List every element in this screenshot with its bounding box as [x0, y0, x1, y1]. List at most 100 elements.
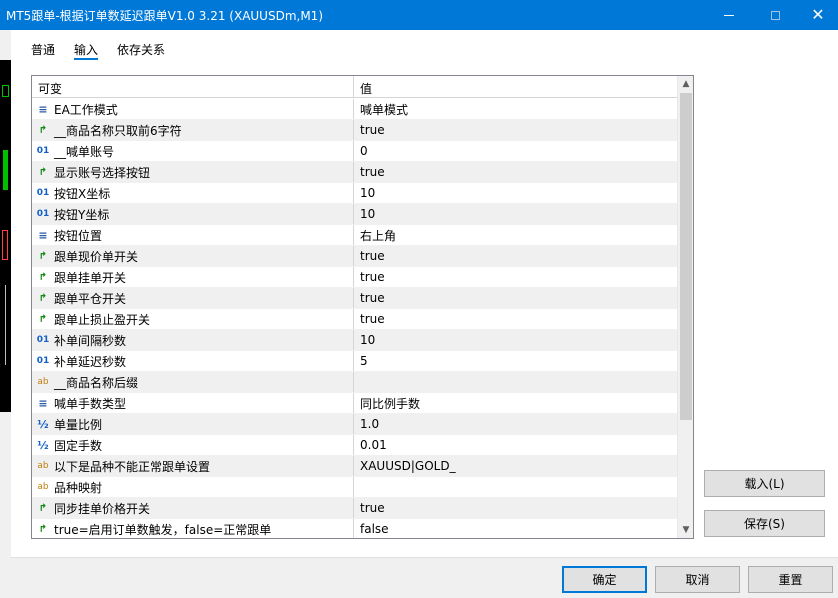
variable-cell[interactable]: ≡ EA工作模式 — [32, 99, 354, 119]
value-cell[interactable]: true — [354, 309, 677, 329]
double-icon: ½ — [37, 417, 49, 431]
table-row[interactable]: 01 按钮Y坐标 10 — [32, 204, 677, 225]
table-row[interactable]: ↱ 跟单现价单开关 true — [32, 246, 677, 267]
table-row[interactable]: 01 补单间隔秒数 10 — [32, 330, 677, 351]
table-row[interactable]: 01 __喊单账号 0 — [32, 141, 677, 162]
variable-cell[interactable]: 01 __喊单账号 — [32, 141, 354, 161]
variable-cell[interactable]: ½ 单量比例 — [32, 414, 354, 434]
table-row[interactable]: ↱ 跟单平仓开关 true — [32, 288, 677, 309]
table-row[interactable]: 01 补单延迟秒数 5 — [32, 351, 677, 372]
value-cell[interactable]: true — [354, 246, 677, 266]
variable-cell[interactable]: ↱ 跟单现价单开关 — [32, 246, 354, 266]
value-cell[interactable]: 右上角 — [354, 225, 677, 245]
wick-icon — [5, 285, 6, 365]
scrollbar-thumb[interactable] — [680, 93, 692, 420]
variable-cell[interactable]: ab 品种映射 — [32, 477, 354, 497]
table-row[interactable]: ≡ 喊单手数类型 同比例手数 — [32, 393, 677, 414]
bool-icon: ↱ — [38, 523, 48, 535]
minimize-button[interactable] — [706, 0, 752, 30]
column-header-variable[interactable]: 可变 — [32, 76, 354, 97]
bool-icon: ↱ — [38, 271, 48, 283]
table-row[interactable]: ↱ 显示账号选择按钮 true — [32, 162, 677, 183]
variable-cell[interactable]: ↱ 显示账号选择按钮 — [32, 162, 354, 182]
value-cell[interactable]: XAUUSD|GOLD_ — [354, 456, 677, 476]
variable-cell[interactable]: 01 按钮Y坐标 — [32, 204, 354, 224]
load-button[interactable]: 载入(L) — [704, 470, 825, 497]
table-row[interactable]: ↱ 同步挂单价格开关 true — [32, 498, 677, 519]
table-row[interactable]: ↱ 跟单挂单开关 true — [32, 267, 677, 288]
value-cell[interactable]: 10 — [354, 183, 677, 203]
variable-name: 跟单平仓开关 — [54, 291, 127, 306]
scroll-up-icon[interactable]: ▲ — [678, 76, 693, 92]
candle-icon — [2, 85, 9, 97]
variable-cell[interactable]: ↱ true=启用订单数触发，false=正常跟单 — [32, 519, 354, 538]
bool-icon: ↱ — [38, 313, 48, 325]
table-row[interactable]: 01 按钮X坐标 10 — [32, 183, 677, 204]
variable-cell[interactable]: ↱ 跟单挂单开关 — [32, 267, 354, 287]
grid-header: 可变 值 — [32, 76, 677, 98]
table-row[interactable]: ½ 单量比例 1.0 — [32, 414, 677, 435]
string-icon: ab — [37, 482, 49, 492]
tab-dependencies[interactable]: 依存关系 — [117, 38, 165, 60]
string-icon: ab — [37, 461, 49, 471]
value-cell[interactable]: true — [354, 162, 677, 182]
variable-cell[interactable]: ↱ __商品名称只取前6字符 — [32, 120, 354, 140]
variable-cell[interactable]: ≡ 喊单手数类型 — [32, 393, 354, 413]
table-row[interactable]: ↱ true=启用订单数触发，false=正常跟单 false — [32, 519, 677, 538]
variable-cell[interactable]: ↱ 同步挂单价格开关 — [32, 498, 354, 518]
maximize-button[interactable] — [752, 0, 798, 30]
save-button[interactable]: 保存(S) — [704, 510, 825, 537]
table-row[interactable]: ↱ __商品名称只取前6字符 true — [32, 120, 677, 141]
variable-cell[interactable]: ½ 固定手数 — [32, 435, 354, 455]
variable-name: 同步挂单价格开关 — [54, 501, 151, 516]
value-cell[interactable]: 10 — [354, 330, 677, 350]
value-cell[interactable]: true — [354, 267, 677, 287]
value-cell[interactable]: 0.01 — [354, 435, 677, 455]
close-button[interactable]: ✕ — [798, 0, 838, 30]
vertical-scrollbar[interactable]: ▲ ▼ — [677, 76, 693, 538]
value-cell[interactable]: 5 — [354, 351, 677, 371]
table-row[interactable]: ≡ 按钮位置 右上角 — [32, 225, 677, 246]
ok-button[interactable]: 确定 — [562, 566, 647, 593]
column-header-value[interactable]: 值 — [354, 76, 677, 97]
reset-button[interactable]: 重置 — [748, 566, 833, 593]
value-cell[interactable] — [354, 477, 677, 497]
variable-cell[interactable]: ↱ 跟单平仓开关 — [32, 288, 354, 308]
enum-icon: ≡ — [38, 228, 48, 242]
table-row[interactable]: ab 品种映射 — [32, 477, 677, 498]
value-cell[interactable]: 同比例手数 — [354, 393, 677, 413]
candle-icon — [2, 230, 8, 260]
scroll-down-icon[interactable]: ▼ — [678, 522, 693, 538]
variable-cell[interactable]: ab __商品名称后缀 — [32, 372, 354, 392]
table-row[interactable]: ≡ EA工作模式 喊单模式 — [32, 99, 677, 120]
tab-common[interactable]: 普通 — [31, 38, 55, 60]
table-row[interactable]: ab __商品名称后缀 — [32, 372, 677, 393]
value-cell[interactable]: false — [354, 519, 677, 538]
table-row[interactable]: ↱ 跟单止损止盈开关 true — [32, 309, 677, 330]
table-row[interactable]: ab 以下是品种不能正常跟单设置 XAUUSD|GOLD_ — [32, 456, 677, 477]
variable-name: 跟单现价单开关 — [54, 249, 139, 264]
double-icon: ½ — [37, 438, 49, 452]
value-cell[interactable]: 1.0 — [354, 414, 677, 434]
int-icon: 01 — [36, 356, 50, 366]
value-cell[interactable] — [354, 372, 677, 392]
value-cell[interactable]: 喊单模式 — [354, 99, 677, 119]
value-cell[interactable]: true — [354, 120, 677, 140]
tab-bar: 普通 输入 依存关系 — [31, 38, 184, 60]
variable-cell[interactable]: ab 以下是品种不能正常跟单设置 — [32, 456, 354, 476]
value-cell[interactable]: 0 — [354, 141, 677, 161]
cancel-button[interactable]: 取消 — [655, 566, 740, 593]
variable-cell[interactable]: ≡ 按钮位置 — [32, 225, 354, 245]
variable-cell[interactable]: 01 补单延迟秒数 — [32, 351, 354, 371]
background-chart-strip — [0, 30, 11, 598]
variable-cell[interactable]: 01 按钮X坐标 — [32, 183, 354, 203]
value-cell[interactable]: true — [354, 288, 677, 308]
value-cell[interactable]: 10 — [354, 204, 677, 224]
string-icon: ab — [37, 377, 49, 387]
value-cell[interactable]: true — [354, 498, 677, 518]
tab-inputs[interactable]: 输入 — [74, 38, 99, 60]
variable-cell[interactable]: 01 补单间隔秒数 — [32, 330, 354, 350]
variable-cell[interactable]: ↱ 跟单止损止盈开关 — [32, 309, 354, 329]
table-row[interactable]: ½ 固定手数 0.01 — [32, 435, 677, 456]
variable-name: 按钮位置 — [54, 228, 103, 243]
